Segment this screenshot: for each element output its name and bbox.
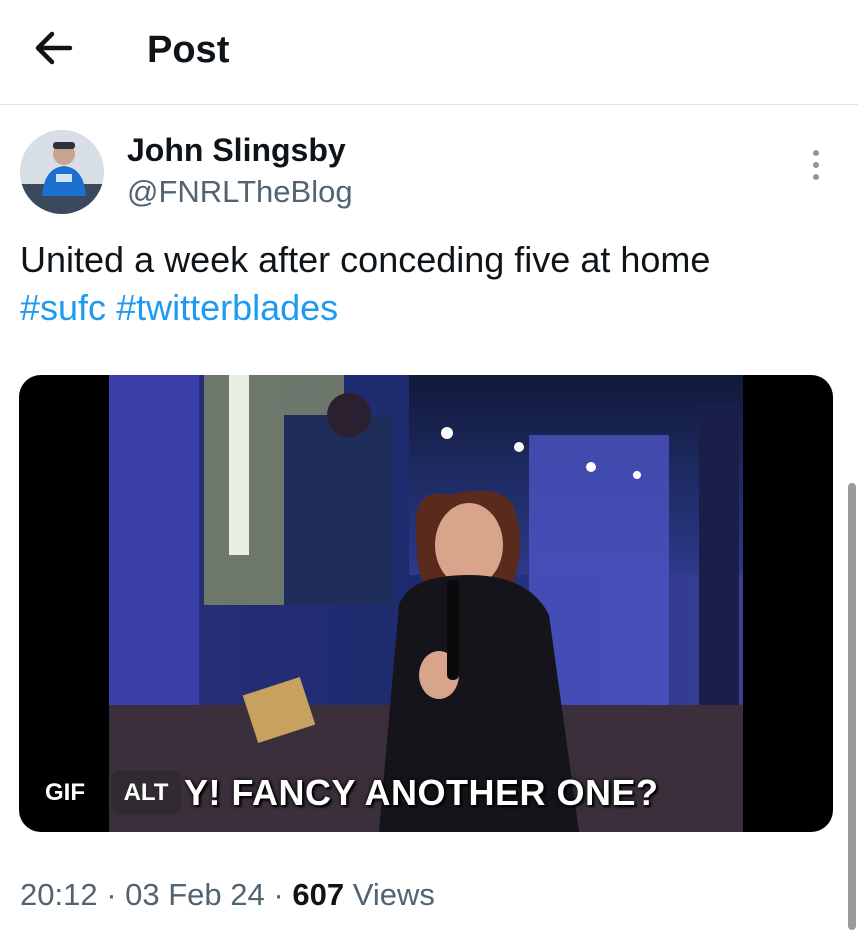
hashtag-sufc[interactable]: #sufc bbox=[20, 287, 106, 328]
more-options-button[interactable] bbox=[802, 148, 830, 182]
gif-frame bbox=[109, 375, 743, 832]
gif-caption: Y! FANCY ANOTHER ONE? bbox=[184, 772, 659, 813]
post-meta: 20:12 · 03 Feb 24 · 607 Views bbox=[20, 872, 435, 918]
page-title: Post bbox=[147, 29, 230, 71]
views-label: Views bbox=[352, 877, 435, 912]
back-button[interactable] bbox=[30, 28, 78, 68]
more-vertical-icon bbox=[813, 150, 819, 180]
hashtag-twitterblades[interactable]: #twitterblades bbox=[116, 287, 338, 328]
post-date[interactable]: 03 Feb 24 bbox=[125, 877, 265, 912]
post-text: United a week after conceding five at ho… bbox=[20, 236, 840, 332]
scrollbar[interactable] bbox=[848, 483, 856, 930]
gif-badge[interactable]: GIF bbox=[33, 771, 97, 815]
separator-dot: · bbox=[273, 877, 284, 912]
avatar[interactable] bbox=[20, 130, 104, 214]
separator-dot: · bbox=[106, 877, 117, 912]
gif-media[interactable] bbox=[19, 375, 833, 832]
post-body: United a week after conceding five at ho… bbox=[20, 239, 711, 280]
post-time[interactable]: 20:12 bbox=[20, 877, 98, 912]
top-bar: Post bbox=[0, 0, 858, 105]
views-count[interactable]: 607 bbox=[292, 877, 344, 912]
alt-badge[interactable]: ALT bbox=[111, 771, 181, 815]
arrow-left-icon bbox=[35, 31, 73, 65]
author-name[interactable]: John Slingsby bbox=[127, 131, 346, 169]
author-handle[interactable]: @FNRLTheBlog bbox=[127, 174, 353, 210]
